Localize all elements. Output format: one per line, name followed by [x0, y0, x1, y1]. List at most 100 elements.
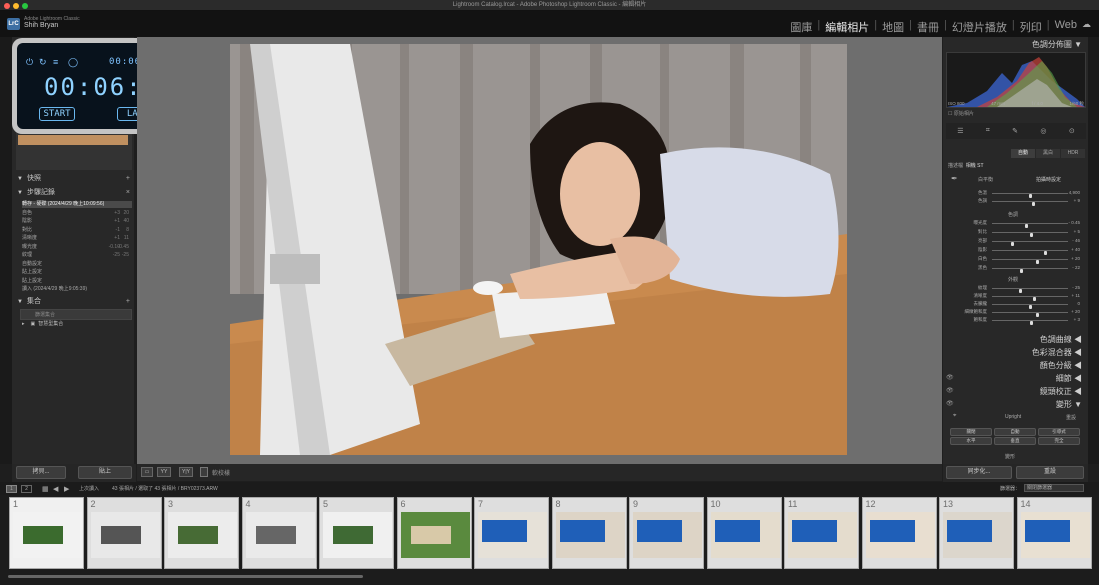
- filmstrip-thumbnail[interactable]: 8: [551, 497, 627, 569]
- slider-track[interactable]: [992, 249, 1068, 255]
- visibility-eye-icon[interactable]: 👁: [946, 385, 954, 398]
- paste-settings-button[interactable]: 貼上: [78, 466, 132, 479]
- red-eye-icon[interactable]: ⊙: [1069, 127, 1075, 135]
- slider-value[interactable]: - 25: [1072, 285, 1080, 291]
- histogram[interactable]: [946, 52, 1086, 108]
- slider-track[interactable]: [992, 287, 1068, 293]
- upright-mode-button[interactable]: 引導式: [1038, 428, 1080, 436]
- module-tab[interactable]: 列印: [1020, 19, 1042, 35]
- back-arrow-icon[interactable]: ◀: [53, 485, 58, 493]
- treatment-tab[interactable]: 黑白: [1036, 149, 1060, 158]
- history-step[interactable]: 紋理 -25 -25: [22, 252, 132, 259]
- close-window-icon[interactable]: [4, 3, 10, 9]
- filter-select[interactable]: 關閉篩選器: [1024, 484, 1084, 492]
- filmstrip-thumbnail[interactable]: 9: [629, 497, 704, 569]
- slider-value[interactable]: + 20: [1071, 256, 1080, 262]
- filmstrip-thumbnail[interactable]: 4: [241, 497, 317, 569]
- upright-mode-button[interactable]: 完全: [1038, 437, 1080, 445]
- adjust-slider[interactable]: 曝光度 - 0.45: [948, 220, 1084, 228]
- collapsed-panel-header[interactable]: 色調曲線 ◀: [944, 333, 1088, 346]
- slider-knob[interactable]: [1020, 268, 1024, 273]
- slider-value[interactable]: 0: [1077, 301, 1080, 307]
- start-button[interactable]: START: [39, 107, 75, 121]
- adjust-slider[interactable]: 飽和度 + 3: [948, 317, 1084, 325]
- masking-icon[interactable]: ◎: [1040, 127, 1046, 135]
- module-tab[interactable]: 圖庫: [790, 19, 812, 35]
- history-step[interactable]: 貼上設定: [22, 278, 132, 285]
- upright-mode-button[interactable]: 垂直: [994, 437, 1036, 445]
- right-panel-edge[interactable]: [1088, 37, 1099, 464]
- main-photo[interactable]: [230, 44, 847, 455]
- slider-track[interactable]: [992, 192, 1068, 198]
- treatment-tab[interactable]: HDR: [1061, 149, 1085, 158]
- copy-settings-button[interactable]: 拷貝...: [16, 466, 66, 479]
- profile-row[interactable]: 描述檔 相機 ST: [948, 162, 1084, 169]
- slider-knob[interactable]: [1032, 201, 1036, 206]
- history-step[interactable]: 對比 -1 8: [22, 227, 132, 234]
- grid-icon[interactable]: ▦: [42, 485, 49, 493]
- adjust-slider[interactable]: 去朦朧 0: [948, 301, 1084, 309]
- slider-track[interactable]: [992, 231, 1068, 237]
- upright-reset-button[interactable]: 重設: [1066, 414, 1076, 421]
- slider-track[interactable]: [992, 258, 1068, 264]
- left-panel-edge[interactable]: [0, 37, 12, 464]
- slider-knob[interactable]: [1011, 241, 1015, 246]
- module-tab[interactable]: Web: [1055, 19, 1077, 35]
- page-2-button[interactable]: 2: [21, 485, 32, 493]
- adjust-slider[interactable]: 黑色 - 22: [948, 265, 1084, 273]
- before-after-icon[interactable]: YY: [157, 467, 171, 477]
- slider-value[interactable]: + 3: [1074, 317, 1080, 323]
- filmstrip-thumbnail[interactable]: 7: [474, 497, 549, 569]
- reset-icon[interactable]: ↻: [39, 57, 47, 68]
- slider-track[interactable]: [992, 222, 1068, 228]
- history-step[interactable]: 轉存 - 硬碟 (2024/4/29 晚上10:09:56): [22, 201, 132, 208]
- filmstrip-thumbnail[interactable]: 6: [396, 497, 472, 569]
- slider-track[interactable]: [992, 200, 1068, 206]
- filmstrip-thumbnail[interactable]: 1: [9, 497, 84, 569]
- history-panel-header[interactable]: ▼ 步驟記錄 ×: [14, 187, 132, 199]
- collapsed-panel-header[interactable]: 👁 變形 ▼: [944, 398, 1088, 411]
- filmstrip-thumbnail[interactable]: 12: [861, 497, 937, 569]
- white-balance-select[interactable]: 拍攝時設定: [1036, 176, 1061, 183]
- slider-value[interactable]: - 46: [1072, 238, 1080, 244]
- history-step[interactable]: 自動設定: [22, 261, 132, 268]
- add-snapshot-icon[interactable]: +: [126, 173, 130, 185]
- collapsed-panel-header[interactable]: 👁 細節 ◀: [944, 372, 1088, 385]
- slider-knob[interactable]: [1036, 312, 1040, 317]
- filmstrip-thumbnail[interactable]: 5: [319, 497, 394, 569]
- module-tab[interactable]: 地圖: [882, 19, 904, 35]
- upright-mode-button[interactable]: 自動: [994, 428, 1036, 436]
- filmstrip-thumbnail[interactable]: 14: [1016, 497, 1092, 569]
- adjust-slider[interactable]: 陰影 + 40: [948, 247, 1084, 255]
- slider-knob[interactable]: [1036, 259, 1040, 264]
- sync-button[interactable]: 同步化...: [946, 466, 1012, 479]
- circle-icon[interactable]: ◯: [68, 57, 78, 68]
- soft-proof-checkbox[interactable]: [200, 467, 208, 477]
- slider-value[interactable]: + 11: [1071, 293, 1080, 299]
- visibility-eye-icon[interactable]: 👁: [946, 372, 954, 385]
- slider-value[interactable]: + 40: [1071, 247, 1080, 253]
- before-after-split-icon[interactable]: Y|Y: [179, 467, 193, 477]
- source-label[interactable]: 上次讀入: [79, 485, 99, 492]
- slider-track[interactable]: [992, 311, 1068, 317]
- adjust-slider[interactable]: 清晰度 + 11: [948, 293, 1084, 301]
- collection-item[interactable]: ▸ ▣ 智慧型集合: [22, 320, 132, 329]
- history-step[interactable]: 讀入 (2024/4/29 晚上9:05:39): [22, 286, 132, 293]
- slider-knob[interactable]: [1033, 296, 1037, 301]
- filmstrip-thumbnail[interactable]: 10: [706, 497, 782, 569]
- adjust-slider[interactable]: 細緻飽和度 + 20: [948, 309, 1084, 317]
- collections-panel-header[interactable]: ▼ 集合 +: [14, 296, 132, 308]
- slider-track[interactable]: [992, 303, 1068, 309]
- slider-value[interactable]: - 0.45: [1068, 220, 1080, 226]
- filmstrip-thumbnail[interactable]: 11: [784, 497, 859, 569]
- adjust-slider[interactable]: 色調 + 9: [948, 198, 1084, 206]
- module-tab[interactable]: 書冊: [917, 19, 939, 35]
- adjust-slider[interactable]: 色溫 4,900: [948, 190, 1084, 198]
- menu-icon[interactable]: ≡: [53, 57, 58, 67]
- slider-track[interactable]: [992, 295, 1068, 301]
- adjust-slider[interactable]: 對比 + 5: [948, 229, 1084, 237]
- cloud-sync-icon[interactable]: ☁: [1082, 19, 1091, 35]
- original-photo-checkbox[interactable]: ☐ 原始相片: [948, 110, 974, 117]
- snapshots-panel-header[interactable]: ▼ 快照 +: [14, 173, 132, 185]
- healing-icon[interactable]: ✎: [1012, 127, 1018, 135]
